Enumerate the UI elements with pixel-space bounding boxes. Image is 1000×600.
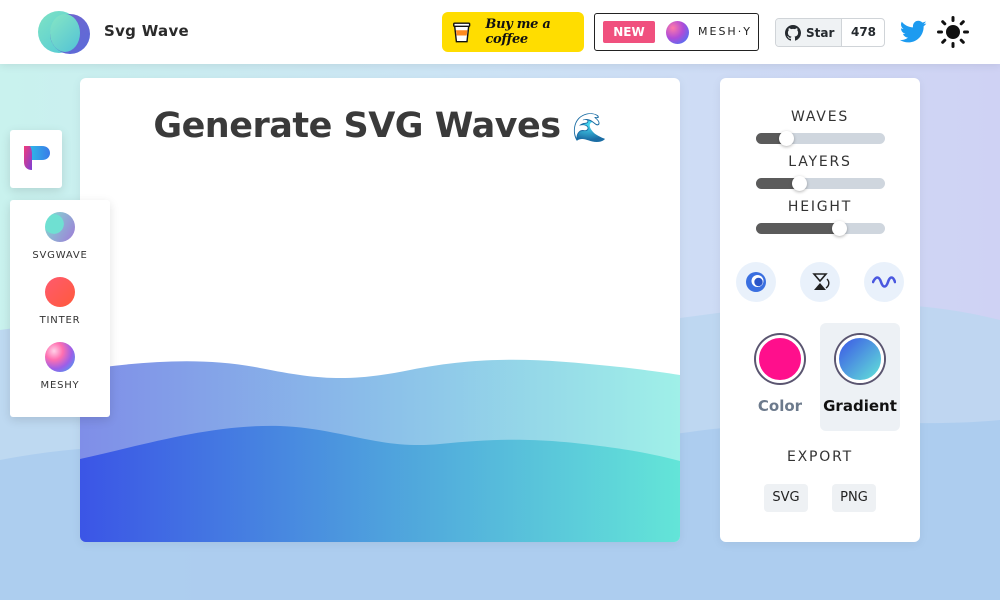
height-slider[interactable] — [756, 221, 885, 236]
title-text: Generate SVG Waves — [153, 106, 561, 146]
layers-slider-thumb[interactable] — [792, 176, 808, 191]
waves-slider-thumb[interactable] — [779, 131, 795, 146]
logo-icon[interactable] — [38, 10, 92, 54]
sun-icon[interactable] — [937, 16, 969, 48]
height-slider-fill — [756, 223, 840, 234]
meshy-orb-icon — [666, 21, 689, 44]
randomize-icon — [746, 272, 766, 292]
dock-app-label: TINTER — [39, 315, 81, 326]
waves-slider[interactable] — [756, 131, 885, 146]
layers-slider[interactable] — [756, 176, 885, 191]
fill-option-gradient[interactable]: Gradient — [820, 323, 900, 431]
github-icon — [785, 24, 801, 41]
dock-app-label: MESHY — [40, 380, 80, 391]
buy-me-a-coffee-button[interactable]: Buy me a coffee — [442, 12, 584, 52]
dock-app-tinter[interactable]: TINTER — [10, 277, 110, 326]
fill-option-label: Color — [757, 397, 803, 415]
layers-label: LAYERS — [788, 154, 852, 170]
dock-app-label: SVGWAVE — [32, 250, 88, 261]
brand-title[interactable]: Svg Wave — [104, 22, 189, 40]
wave-canvas: Generate SVG Waves 🌊 — [80, 78, 680, 542]
control-panel: WAVES LAYERS HEIGHT Color Gradient EXPOR… — [720, 78, 920, 542]
randomize-button[interactable] — [736, 262, 776, 302]
svgwave-icon — [45, 212, 75, 242]
export-svg-button[interactable]: SVG — [764, 484, 808, 512]
wave-shape-button[interactable] — [864, 262, 904, 302]
fill-option-color[interactable]: Color — [740, 323, 820, 431]
fill-option-label: Gradient — [823, 397, 897, 415]
app-switcher-logo[interactable] — [10, 130, 62, 188]
github-star-widget[interactable]: Star 478 — [775, 18, 885, 47]
top-header: Svg Wave Buy me a coffee NEW MESH·Y Star… — [0, 0, 1000, 64]
app-logo-icon — [24, 146, 50, 170]
color-swatch[interactable] — [756, 335, 804, 383]
wave-shape-icon — [872, 276, 896, 288]
tinter-icon — [45, 277, 75, 307]
flip-button[interactable] — [800, 262, 840, 302]
coffee-cup-icon — [453, 22, 471, 43]
meshy-icon — [45, 342, 75, 372]
height-label: HEIGHT — [787, 199, 853, 215]
export-label: EXPORT — [787, 449, 853, 465]
github-star-count[interactable]: 478 — [842, 19, 884, 46]
waves-label: WAVES — [790, 109, 850, 125]
github-star-label: Star — [806, 25, 835, 40]
flip-icon — [812, 273, 830, 290]
dock-app-meshy[interactable]: MESHY — [10, 342, 110, 391]
page-title: Generate SVG Waves 🌊 — [80, 106, 680, 146]
coffee-label: Buy me a coffee — [485, 17, 551, 47]
wave-emoji-icon: 🌊 — [572, 111, 607, 144]
wave-preview — [80, 359, 680, 542]
github-star-button[interactable]: Star — [776, 19, 842, 46]
gradient-swatch[interactable] — [836, 335, 884, 383]
new-badge: NEW — [603, 21, 655, 43]
export-png-button[interactable]: PNG — [832, 484, 876, 512]
meshy-promo-button[interactable]: NEW MESH·Y — [594, 13, 759, 51]
twitter-icon[interactable] — [900, 20, 927, 44]
height-slider-thumb[interactable] — [832, 221, 848, 236]
meshy-promo-label: MESH·Y — [698, 25, 752, 38]
dock-app-svgwave[interactable]: SVGWAVE — [10, 212, 110, 261]
app-dock: SVGWAVE TINTER MESHY — [10, 200, 110, 417]
